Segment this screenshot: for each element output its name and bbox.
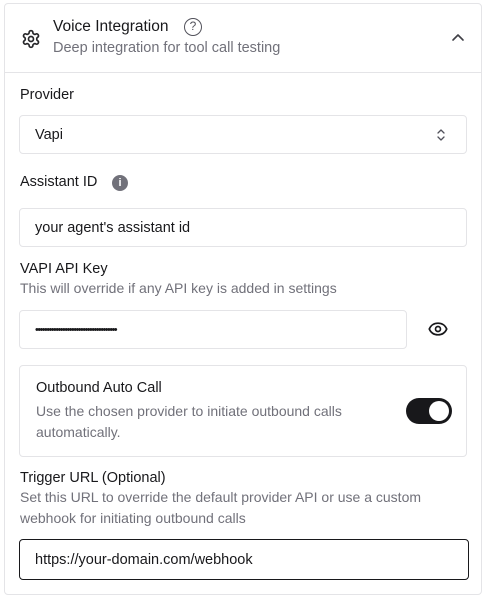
- outbound-title: Outbound Auto Call: [36, 380, 162, 396]
- trigger-url-label: Trigger URL (Optional): [20, 470, 166, 486]
- assistant-id-label: Assistant ID: [20, 174, 98, 190]
- outbound-description: Use the chosen provider to initiate outb…: [36, 403, 342, 440]
- toggle-knob: [429, 401, 449, 421]
- card-header[interactable]: Voice Integration ? Deep integration for…: [5, 4, 481, 73]
- outbound-auto-call-box: Outbound Auto Call Use the chosen provid…: [19, 365, 467, 457]
- outbound-toggle[interactable]: [406, 398, 452, 424]
- assistant-id-input[interactable]: your agent's assistant id: [19, 208, 467, 247]
- eye-icon[interactable]: [428, 321, 448, 337]
- section-subtitle: Deep integration for tool call testing: [53, 40, 281, 56]
- api-key-label: VAPI API Key: [20, 261, 108, 277]
- api-key-input[interactable]: ••••••••••••••••••••••••••••••••••••: [19, 310, 407, 349]
- help-icon[interactable]: ?: [184, 18, 202, 36]
- provider-select[interactable]: Vapi: [19, 115, 467, 154]
- api-key-masked-value: ••••••••••••••••••••••••••••••••••••: [35, 323, 118, 336]
- assistant-id-placeholder: your agent's assistant id: [35, 219, 191, 236]
- chevron-up-icon[interactable]: [451, 32, 465, 42]
- api-key-hint: This will override if any API key is add…: [20, 280, 337, 296]
- provider-label: Provider: [20, 87, 74, 103]
- info-icon[interactable]: i: [112, 175, 128, 191]
- trigger-url-hint: Set this URL to override the default pro…: [20, 489, 422, 526]
- provider-selected-value: Vapi: [35, 126, 63, 143]
- trigger-url-input[interactable]: https://your-domain.com/webhook: [19, 539, 469, 580]
- section-title: Voice Integration: [53, 18, 169, 35]
- trigger-url-value: https://your-domain.com/webhook: [35, 551, 253, 568]
- chevrons-up-down-icon: [437, 129, 445, 141]
- gear-icon: [22, 29, 40, 49]
